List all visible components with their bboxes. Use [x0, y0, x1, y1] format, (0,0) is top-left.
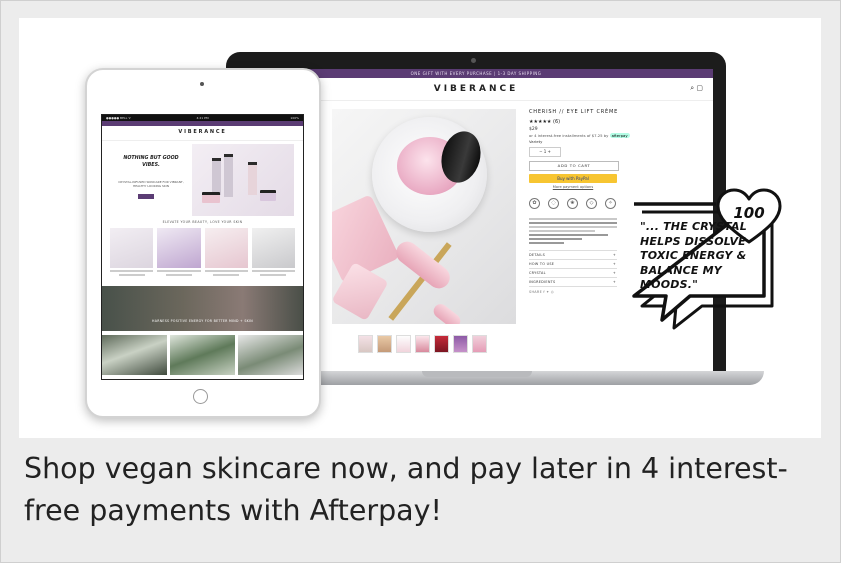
tablet-hero-image: [192, 144, 294, 216]
afterpay-badge[interactable]: afterpay: [609, 133, 630, 138]
thumbnail[interactable]: [434, 335, 449, 353]
description-line: [529, 230, 595, 232]
product-bottle: [248, 162, 257, 195]
tablet-photo-row: [102, 335, 303, 375]
lifestyle-photo: [170, 335, 235, 375]
tablet-promo-bar: [102, 121, 303, 126]
description-line: [529, 234, 609, 236]
accordion-how-to-use[interactable]: HOW TO USE +: [529, 259, 617, 268]
thumbnail[interactable]: [472, 335, 487, 353]
thumbnail-row: [358, 335, 487, 353]
thumbnail[interactable]: [358, 335, 373, 353]
tablet-hero-headline: NOTHING BUT GOOD VIBES.: [123, 156, 179, 168]
product-bottle: [224, 154, 233, 197]
description-line: [529, 218, 617, 220]
product-card[interactable]: [157, 228, 201, 276]
product-card-image: [157, 228, 201, 268]
laptop-notch: [422, 371, 532, 377]
home-button-icon: [193, 389, 208, 404]
tablet-camera-icon: [200, 82, 204, 86]
tablet-banner: HARNESS POSITIVE ENERGY FOR BETTER MIND …: [102, 286, 303, 331]
accordion: DETAILS + HOW TO USE + CRYSTAL + INGREDIENT…: [529, 250, 617, 287]
cruelty-free-icon: ◌: [548, 198, 559, 209]
post-caption: Shop vegan skincare now, and pay later i…: [24, 452, 788, 527]
tablet: ●●●●● BELL ᯤ 4:21 PM 100% VIBERANCE NOTH…: [85, 68, 321, 418]
thumbnail[interactable]: [396, 335, 411, 353]
product-bottle: [212, 158, 221, 195]
description-line: [529, 238, 582, 240]
status-time: 4:21 PM: [196, 116, 209, 120]
product-price: $29: [529, 127, 538, 132]
description-line: [529, 242, 565, 244]
product-card[interactable]: [251, 228, 295, 276]
product-card[interactable]: [110, 228, 154, 276]
afterpay-note: or 4 interest-free installments of $7.25…: [529, 133, 705, 138]
battery-level: 100%: [290, 116, 299, 120]
paypal-button[interactable]: Buy with PayPal: [529, 174, 617, 183]
laptop-camera-icon: [471, 58, 476, 63]
lifestyle-photo: [102, 335, 167, 375]
accordion-label: HOW TO USE: [529, 262, 555, 266]
product-card-text: [165, 274, 192, 276]
description-line: [529, 222, 617, 224]
product-jar: [260, 190, 276, 201]
variant-label: Variety: [529, 139, 543, 144]
product-jar: [202, 192, 220, 203]
accordion-crystal[interactable]: CRYSTAL +: [529, 268, 617, 277]
vegan-icon: ✿: [529, 198, 540, 209]
tablet-hero-subtitle: CRYSTAL-INFUSED SKINCARE FOR VIBRANT, HE…: [118, 180, 184, 188]
product-card-text: [204, 270, 248, 272]
product-card-image: [204, 228, 248, 268]
product-card-image: [251, 228, 295, 268]
product-card[interactable]: [204, 228, 248, 276]
product-card-image: [110, 228, 154, 268]
tablet-section-title: ELEVATE YOUR BEAUTY, LOVE YOUR SKIN: [162, 220, 243, 224]
accordion-details[interactable]: DETAILS +: [529, 250, 617, 259]
product-card-text: [157, 270, 201, 272]
thumbnail[interactable]: [415, 335, 430, 353]
product-description: [529, 218, 617, 244]
product-rating[interactable]: ★★★★★ (6): [529, 119, 705, 125]
testimonial-quote: "... THE CRYSTAL HELPS DISSOLVE TOXIC EN…: [640, 220, 747, 291]
accordion-label: CRYSTAL: [529, 271, 546, 275]
roller-stone-small: [430, 301, 464, 324]
product-card-text: [213, 274, 240, 276]
product-card-text: [118, 274, 145, 276]
tablet-banner-text: HARNESS POSITIVE ENERGY FOR BETTER MIND …: [152, 319, 253, 323]
description-line: [529, 226, 617, 228]
accordion-ingredients[interactable]: INGREDIENTS +: [529, 277, 617, 287]
thumbnail[interactable]: [377, 335, 392, 353]
more-payment-link[interactable]: More payment options: [529, 185, 617, 189]
quantity-stepper[interactable]: − 1 +: [529, 147, 561, 157]
product-card-text: [110, 270, 154, 272]
status-bar: ●●●●● BELL ᯤ 4:21 PM 100%: [102, 115, 303, 121]
add-to-cart-button[interactable]: ADD TO CART: [529, 161, 619, 171]
search-cart-icons[interactable]: ⌕ ▢: [690, 84, 703, 93]
natural-icon: ❀: [567, 198, 578, 209]
product-card-text: [251, 270, 295, 272]
product-photo: [332, 109, 516, 324]
accordion-label: INGREDIENTS: [529, 280, 556, 284]
tablet-shop-button[interactable]: [138, 194, 154, 199]
tablet-product-grid: [110, 228, 295, 276]
accordion-label: DETAILS: [529, 253, 546, 257]
product-title: CHERISH // EYE LIFT CRÈME: [529, 109, 619, 115]
tablet-hero: NOTHING BUT GOOD VIBES. CRYSTAL-INFUSED …: [110, 144, 295, 216]
lifestyle-photo: [238, 335, 303, 375]
tablet-screen: ●●●●● BELL ᯤ 4:21 PM 100% VIBERANCE NOTH…: [101, 114, 304, 380]
afterpay-text: or 4 interest-free installments of $7.25…: [529, 133, 609, 138]
product-card-text: [260, 274, 287, 276]
thumbnail[interactable]: [453, 335, 468, 353]
tablet-site-nav: [102, 135, 303, 141]
crystal-icon: ◇: [586, 198, 597, 209]
